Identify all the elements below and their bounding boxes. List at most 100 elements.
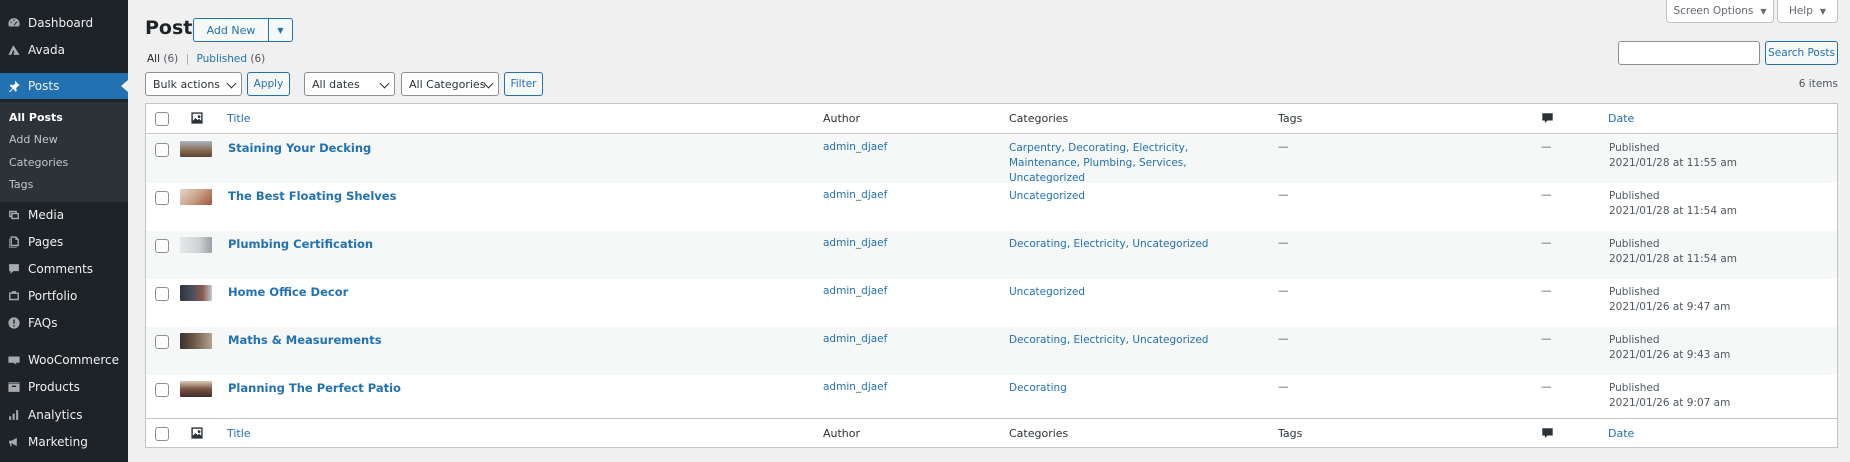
post-categories[interactable]: Decorating, Electricity, Uncategorized — [1009, 333, 1239, 348]
table-row: Home Office Decor admin_djaef Uncategori… — [146, 279, 1837, 327]
add-new-button[interactable]: Add New — [193, 18, 269, 42]
column-date-footer[interactable]: Date — [1608, 427, 1634, 440]
sidebar-item-analytics[interactable]: Analytics — [0, 402, 128, 428]
post-status: Published — [1609, 142, 1660, 154]
apply-button[interactable]: Apply — [247, 72, 290, 96]
post-thumbnail[interactable] — [180, 381, 212, 397]
post-tags: — — [1278, 333, 1289, 345]
post-categories[interactable]: Decorating — [1009, 381, 1239, 396]
post-date-value: 2021/01/28 at 11:54 am — [1609, 205, 1738, 217]
search-posts-input[interactable] — [1618, 41, 1760, 65]
sidebar-item-label: Comments — [28, 262, 94, 276]
sidebar-item-woocommerce[interactable]: WooCommerce — [0, 347, 128, 373]
post-author-link[interactable]: admin_djaef — [823, 189, 887, 201]
post-categories[interactable]: Carpentry, Decorating, Electricity, Main… — [1009, 141, 1239, 186]
filter-button[interactable]: Filter — [504, 72, 543, 96]
post-tags: — — [1278, 381, 1289, 393]
sidebar-item-marketing[interactable]: Marketing — [0, 429, 128, 455]
post-categories[interactable]: Decorating, Electricity, Uncategorized — [1009, 237, 1239, 252]
comment-bubble-icon[interactable] — [1541, 427, 1554, 443]
filter-all-count: (6) — [163, 53, 179, 65]
post-comments: — — [1541, 237, 1552, 249]
post-comments: — — [1541, 141, 1552, 153]
analytics-icon — [0, 408, 28, 422]
column-categories-header: Categories — [1009, 112, 1069, 125]
post-title-link[interactable]: Plumbing Certification — [228, 237, 373, 251]
post-author-link[interactable]: admin_djaef — [823, 333, 887, 345]
post-date: Published 2021/01/28 at 11:55 am — [1609, 141, 1737, 171]
column-title-footer[interactable]: Title — [227, 427, 251, 440]
help-label: Help — [1788, 5, 1813, 17]
post-thumbnail[interactable] — [180, 189, 212, 205]
post-thumbnail[interactable] — [180, 285, 212, 301]
post-thumbnail[interactable] — [180, 333, 212, 349]
post-date-value: 2021/01/28 at 11:55 am — [1609, 157, 1738, 169]
post-title-link[interactable]: The Best Floating Shelves — [228, 189, 396, 203]
sidebar-item-portfolio[interactable]: Portfolio — [0, 283, 128, 309]
comment-bubble-icon[interactable] — [1541, 112, 1554, 128]
post-author-link[interactable]: admin_djaef — [823, 381, 887, 393]
post-categories[interactable]: Uncategorized — [1009, 285, 1239, 300]
post-title-link[interactable]: Home Office Decor — [228, 285, 348, 299]
post-title-link[interactable]: Staining Your Decking — [228, 141, 371, 155]
image-icon — [190, 111, 204, 128]
post-date-value: 2021/01/28 at 11:54 am — [1609, 253, 1738, 265]
filter-all-link[interactable]: All — [147, 53, 160, 65]
help-button[interactable]: Help ▼ — [1777, 0, 1838, 23]
post-status: Published — [1609, 334, 1660, 346]
submenu-categories[interactable]: Categories — [9, 156, 68, 169]
sidebar-item-dashboard[interactable]: Dashboard — [0, 10, 128, 36]
submenu-add-new[interactable]: Add New — [9, 133, 58, 146]
post-thumbnail[interactable] — [180, 237, 212, 253]
submenu-tags[interactable]: Tags — [9, 178, 33, 191]
screen-options-label: Screen Options — [1673, 5, 1754, 17]
post-tags: — — [1278, 285, 1289, 297]
row-checkbox[interactable] — [155, 287, 169, 301]
filter-published-link[interactable]: Published — [196, 53, 247, 65]
row-checkbox[interactable] — [155, 191, 169, 205]
row-checkbox[interactable] — [155, 143, 169, 157]
post-title-link[interactable]: Maths & Measurements — [228, 333, 382, 347]
row-checkbox[interactable] — [155, 335, 169, 349]
bulk-actions-select[interactable]: Bulk actions — [145, 72, 242, 96]
sidebar-item-label: Avada — [28, 43, 65, 57]
add-new-dropdown-button[interactable]: ▼ — [268, 18, 293, 42]
column-tags-header: Tags — [1278, 112, 1303, 125]
sidebar-item-label: Media — [28, 208, 65, 222]
post-categories[interactable]: Uncategorized — [1009, 189, 1239, 204]
sidebar-item-posts[interactable]: Posts — [0, 73, 128, 99]
categories-select[interactable]: All Categories — [401, 72, 499, 96]
select-all-checkbox[interactable] — [155, 112, 169, 126]
post-thumbnail[interactable] — [180, 141, 212, 157]
pages-icon — [0, 235, 28, 249]
row-checkbox[interactable] — [155, 239, 169, 253]
sidebar-item-media[interactable]: Media — [0, 202, 128, 228]
post-date-value: 2021/01/26 at 9:07 am — [1609, 397, 1731, 409]
search-posts-button[interactable]: Search Posts — [1765, 41, 1838, 65]
post-comments: — — [1541, 333, 1552, 345]
post-author-link[interactable]: admin_djaef — [823, 285, 887, 297]
submenu-all-posts[interactable]: All Posts — [9, 111, 63, 124]
chevron-down-icon — [226, 78, 237, 89]
post-author-link[interactable]: admin_djaef — [823, 141, 887, 153]
post-author-link[interactable]: admin_djaef — [823, 237, 887, 249]
column-title-header[interactable]: Title — [227, 112, 251, 125]
column-date-header[interactable]: Date — [1608, 112, 1634, 125]
table-row: The Best Floating Shelves admin_djaef Un… — [146, 183, 1837, 231]
screen-options-button[interactable]: Screen Options ▼ — [1666, 0, 1774, 23]
post-comments: — — [1541, 381, 1552, 393]
sidebar-item-products[interactable]: Products — [0, 374, 128, 400]
row-checkbox[interactable] — [155, 383, 169, 397]
dates-value: All dates — [312, 77, 360, 91]
sidebar-item-faqs[interactable]: FAQs — [0, 310, 128, 336]
table-row: Planning The Perfect Patio admin_djaef D… — [146, 375, 1837, 423]
select-all-checkbox-footer[interactable] — [155, 427, 169, 441]
sidebar-item-avada[interactable]: Avada — [0, 37, 128, 63]
post-title-link[interactable]: Planning The Perfect Patio — [228, 381, 401, 395]
pin-icon — [0, 79, 28, 93]
sidebar-item-comments[interactable]: Comments — [0, 256, 128, 282]
dates-select[interactable]: All dates — [304, 72, 395, 96]
table-row: Staining Your Decking admin_djaef Carpen… — [146, 135, 1837, 186]
table-header: Title Author Categories Tags Date — [146, 104, 1837, 134]
sidebar-item-pages[interactable]: Pages — [0, 229, 128, 255]
